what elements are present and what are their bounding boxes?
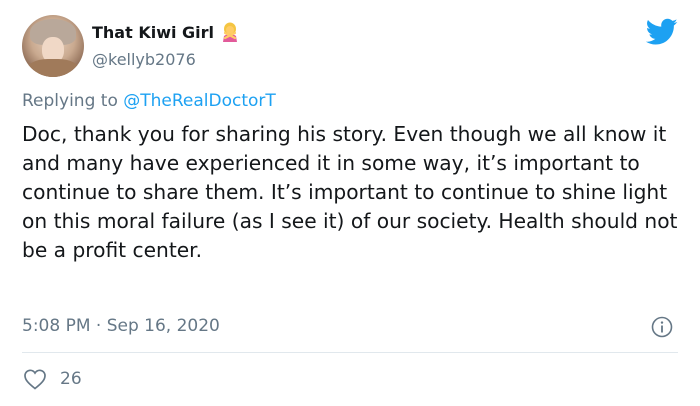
replying-to-line: Replying to @TheRealDoctorT — [22, 91, 276, 111]
display-name[interactable]: That Kiwi Girl — [92, 23, 214, 42]
avatar[interactable] — [22, 15, 84, 77]
woman-gesturing-no-emoji-icon — [223, 22, 238, 42]
replying-to-prefix: Replying to — [22, 91, 124, 111]
tweet-text: Doc, thank you for sharing his story. Ev… — [22, 122, 678, 262]
tweet-card: That Kiwi Girl @kellyb2076 Replying to @… — [0, 0, 700, 406]
divider — [22, 352, 678, 353]
display-name-row[interactable]: That Kiwi Girl — [92, 22, 240, 42]
like-count: 26 — [60, 369, 82, 389]
user-handle[interactable]: @kellyb2076 — [92, 50, 196, 69]
twitter-bird-icon[interactable] — [646, 18, 678, 46]
heart-outline-icon[interactable] — [23, 368, 47, 390]
info-icon[interactable] — [651, 316, 673, 338]
avatar-coat — [26, 59, 80, 77]
replying-to-mention[interactable]: @TheRealDoctorT — [123, 91, 276, 111]
tweet-timestamp[interactable]: 5:08 PM · Sep 16, 2020 — [22, 316, 220, 336]
